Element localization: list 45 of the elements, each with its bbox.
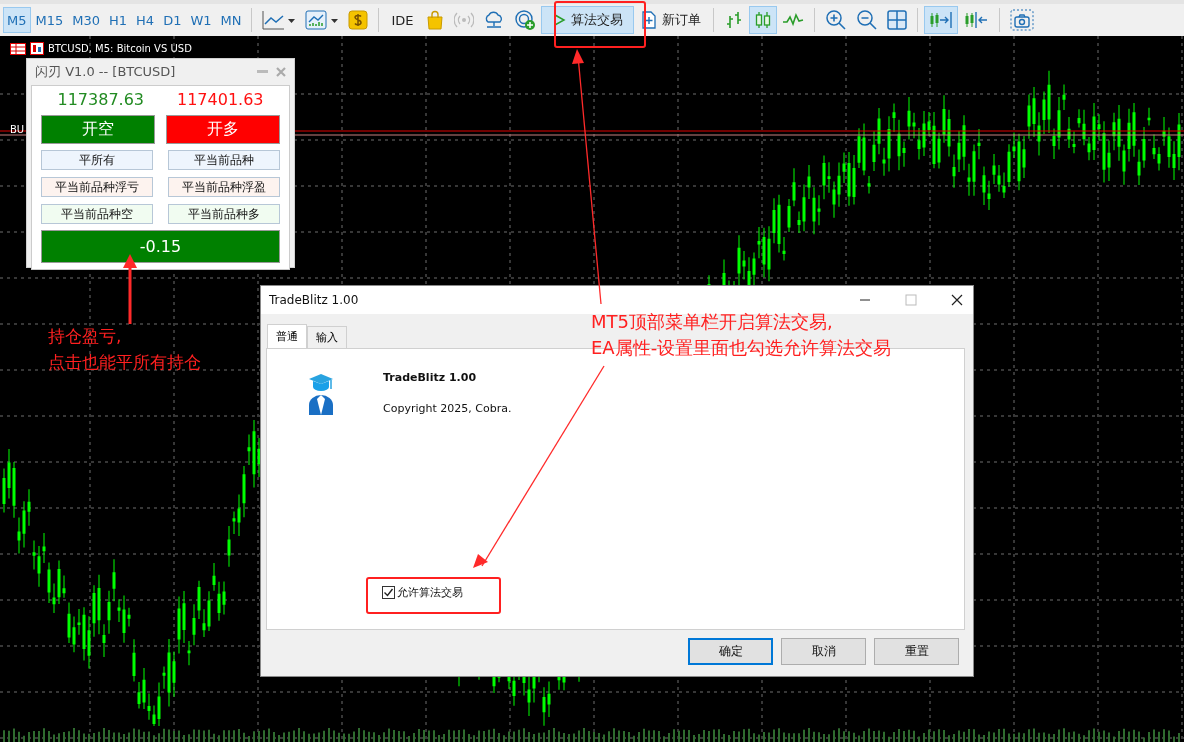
timeframe-button[interactable]: M5	[3, 7, 31, 33]
dialog-button[interactable]: 取消	[781, 638, 866, 665]
checkbox[interactable]	[382, 586, 395, 599]
close-position-button[interactable]: 平当前品种浮盈	[168, 177, 280, 197]
chart-list-icon	[10, 42, 26, 55]
timeframe-button[interactable]: M15	[31, 7, 68, 33]
trade-button[interactable]: 开多	[166, 115, 280, 144]
annotation-text: MT5顶部菜单栏开启算法交易, EA属性-设置里面也勾选允许算法交易	[591, 310, 892, 360]
dialog-tab[interactable]: 输入	[307, 326, 347, 348]
timeframe-button[interactable]: H1	[105, 7, 132, 33]
close-position-button[interactable]: 平所有	[41, 150, 153, 170]
annotation-text: 持仓盈亏, 点击也能平所有持仓	[48, 325, 201, 374]
program-name: TradeBlitz 1.00	[383, 371, 478, 384]
algo-trading-button[interactable]: 算法交易	[540, 6, 634, 34]
timeframe-button[interactable]: H4	[132, 7, 159, 33]
close-position-button[interactable]: 平当前品种空	[41, 204, 153, 224]
new-order-button[interactable]: 新订单	[634, 6, 707, 34]
ask-price: 117401.63	[177, 90, 264, 109]
dialog-title: TradeBlitz 1.00	[269, 293, 360, 307]
timeframe-button[interactable]: M30	[68, 7, 105, 33]
close-icon[interactable]	[951, 294, 963, 306]
dialog-button[interactable]: 重置	[874, 638, 959, 665]
panel-title: 闪刃 V1.0 -- [BTCUSD]	[35, 63, 177, 81]
bid-price: 117387.63	[57, 90, 144, 109]
price-line-label: BU	[10, 124, 25, 135]
dialog-tab[interactable]: 普通	[267, 324, 307, 348]
close-position-button[interactable]: 平当前品种多	[168, 204, 280, 224]
trade-button[interactable]: 开空	[41, 115, 155, 144]
dialog-button[interactable]: 确定	[688, 638, 773, 665]
ea-icon	[30, 42, 44, 55]
maximize-icon	[905, 294, 917, 306]
graduate-icon	[307, 371, 335, 417]
close-position-button[interactable]: 平当前品种	[168, 150, 280, 170]
profit-button[interactable]: -0.15	[41, 230, 280, 263]
timeframe-button[interactable]: MN	[216, 7, 246, 33]
timeframe-button[interactable]: D1	[159, 7, 186, 33]
chart-title: BTCUSD, M5: Bitcoin VS USD	[48, 43, 192, 54]
chart-shift-icon[interactable]	[923, 6, 958, 34]
ide-button[interactable]: IDE	[385, 6, 420, 34]
annotation-arrow	[123, 254, 137, 324]
copyright-text: Copyright 2025, Cobra.	[383, 402, 512, 415]
timeframe-button[interactable]: W1	[186, 7, 216, 33]
close-position-button[interactable]: 平当前品种浮亏	[41, 177, 153, 197]
candlestick-icon[interactable]	[748, 6, 777, 34]
checkbox-label: 允许算法交易	[397, 585, 463, 600]
